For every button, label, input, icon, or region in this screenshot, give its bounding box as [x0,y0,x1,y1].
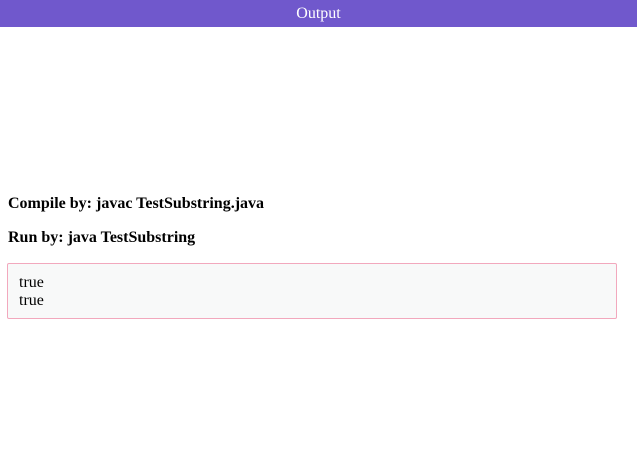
output-title: Output [296,5,341,22]
run-command: Run by: java TestSubstring [8,229,196,246]
output-header: Output [0,0,637,27]
program-output-box: true true [7,263,617,319]
compile-command: Compile by: javac TestSubstring.java [8,195,265,212]
output-line: true [19,274,44,291]
output-panel: Compile by: javac TestSubstring.java Run… [0,27,637,450]
output-line: true [19,292,44,309]
